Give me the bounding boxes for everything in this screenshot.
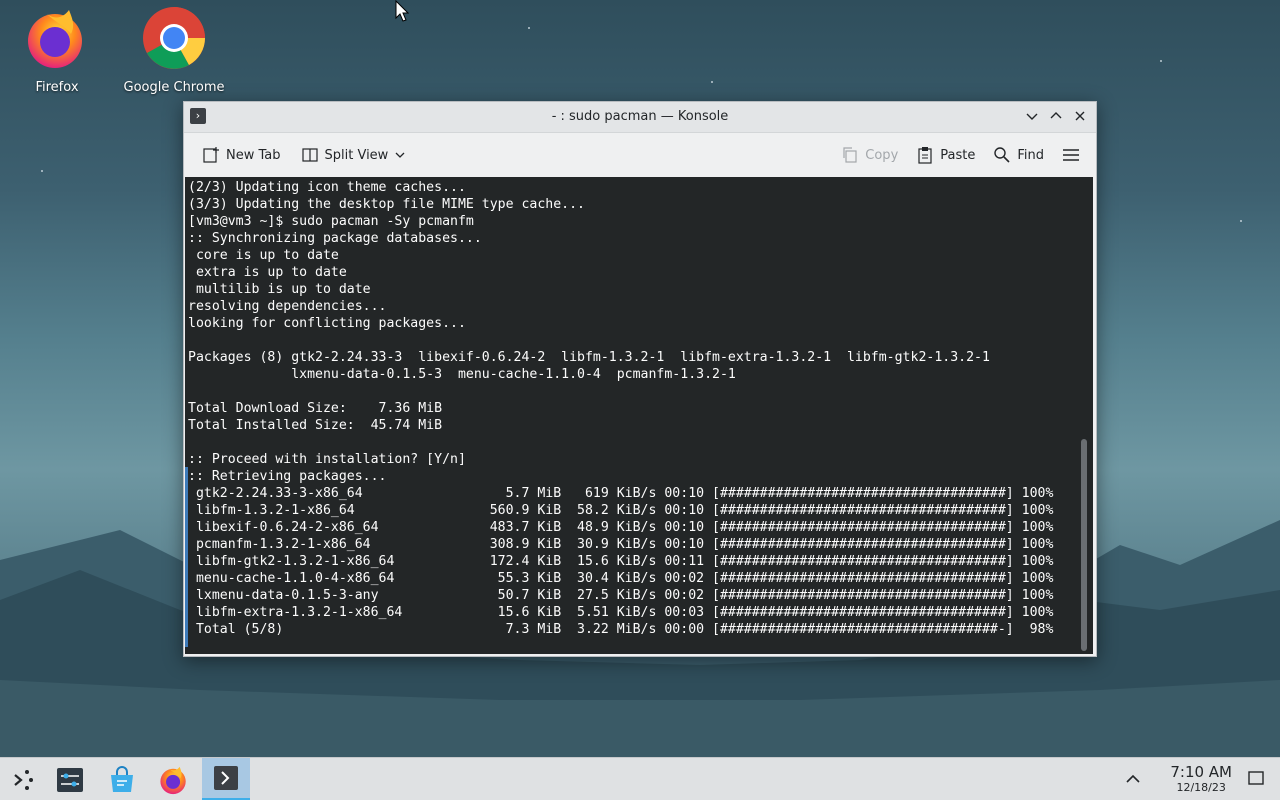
find-button[interactable]: Find: [985, 140, 1052, 170]
close-icon: [1075, 111, 1085, 121]
mouse-cursor-icon: [395, 0, 409, 22]
desktop-icon-label: Firefox: [35, 80, 79, 95]
clock-date: 12/18/23: [1176, 781, 1226, 794]
window-title: - : sudo pacman — Konsole: [551, 109, 729, 124]
terminal-line: [vm3@vm3 ~]$ sudo pacman -Sy pcmanfm: [188, 214, 474, 229]
chevron-up-icon: [1050, 112, 1062, 119]
star: [1160, 60, 1162, 62]
chevron-down-icon: [1026, 113, 1038, 120]
terminal-line: resolving dependencies...: [188, 299, 387, 314]
hamburger-menu-icon: [1063, 149, 1079, 161]
terminal-line: libexif-0.6.24-2-x86_64 483.7 KiB 48.9 K…: [188, 520, 1054, 535]
digital-clock[interactable]: 7:10 AM 12/18/23: [1170, 763, 1232, 795]
taskbar-firefox[interactable]: [150, 758, 198, 800]
chrome-icon: [143, 7, 205, 69]
new-tab-icon: [203, 147, 219, 163]
split-view-button[interactable]: Split View: [293, 140, 415, 170]
window-titlebar[interactable]: › - : sudo pacman — Konsole: [184, 102, 1096, 133]
copy-label: Copy: [865, 147, 899, 163]
paste-label: Paste: [940, 147, 976, 163]
paste-icon: [918, 147, 932, 164]
discover-icon: [111, 765, 133, 792]
show-desktop-icon[interactable]: [1248, 771, 1264, 785]
minimize-button[interactable]: [1022, 106, 1042, 126]
terminal-line: Total Download Size: 7.36 MiB: [188, 401, 443, 416]
new-tab-button[interactable]: New Tab: [194, 140, 289, 170]
terminal-line: looking for conflicting packages...: [188, 316, 466, 331]
find-label: Find: [1017, 147, 1044, 163]
terminal-line: pcmanfm-1.3.2-1-x86_64 308.9 KiB 30.9 Ki…: [188, 537, 1054, 552]
terminal-line: lxmenu-data-0.1.5-3-any 50.7 KiB 27.5 Ki…: [188, 588, 1054, 603]
application-launcher-icon: [14, 769, 33, 790]
terminal-line: core is up to date: [188, 248, 339, 263]
desktop-icon-firefox[interactable]: Firefox: [2, 6, 112, 95]
split-view-icon: [301, 148, 318, 162]
terminal-line: Packages (8) gtk2-2.24.33-3 libexif-0.6.…: [188, 350, 990, 365]
paste-button[interactable]: Paste: [908, 140, 983, 170]
desktop-icon-label: Google Chrome: [123, 80, 225, 95]
split-view-label: Split View: [324, 147, 389, 163]
application-launcher[interactable]: [0, 758, 48, 800]
terminal-line: libfm-extra-1.3.2-1-x86_64 15.6 KiB 5.51…: [188, 605, 1054, 620]
terminal-area[interactable]: (2/3) Updating icon theme caches... (3/3)…: [185, 177, 1093, 654]
terminal-line: extra is up to date: [188, 265, 347, 280]
konsole-icon: [214, 766, 238, 790]
terminal-line: libfm-gtk2-1.3.2-1-x86_64 172.4 KiB 15.6…: [188, 554, 1054, 569]
maximize-button[interactable]: [1046, 106, 1066, 126]
konsole-toolbar: New Tab Split View Copy Paste Find: [184, 133, 1096, 177]
taskbar-konsole[interactable]: [202, 758, 250, 800]
terminal-line: (2/3) Updating icon theme caches...: [188, 180, 466, 195]
search-icon: [994, 147, 1010, 163]
terminal-line: :: Proceed with installation? [Y/n]: [188, 452, 466, 467]
taskbar: 7:10 AM 12/18/23: [0, 757, 1280, 800]
star: [528, 27, 530, 29]
terminal-line: libfm-1.3.2-1-x86_64 560.9 KiB 58.2 KiB/…: [188, 503, 1054, 518]
terminal-line: menu-cache-1.1.0-4-x86_64 55.3 KiB 30.4 …: [188, 571, 1054, 586]
terminal-scrollbar[interactable]: [1081, 439, 1087, 651]
terminal-line: :: Synchronizing package databases...: [188, 231, 482, 246]
clock-time: 7:10 AM: [1170, 763, 1232, 781]
taskbar-system-settings[interactable]: [46, 758, 94, 800]
terminal-line: gtk2-2.24.33-3-x86_64 5.7 MiB 619 KiB/s …: [188, 486, 1054, 501]
terminal-output: (2/3) Updating icon theme caches... (3/3)…: [188, 179, 1053, 638]
scrollback-marker: [185, 467, 188, 647]
terminal-line: lxmenu-data-0.1.5-3 menu-cache-1.1.0-4 p…: [188, 367, 736, 382]
hamburger-menu-button[interactable]: [1054, 140, 1088, 170]
system-settings-icon: [57, 767, 83, 792]
system-tray-expand-icon[interactable]: [1124, 770, 1142, 788]
konsole-window: › - : sudo pacman — Konsole New Tab Spli…: [183, 101, 1097, 657]
copy-icon: [843, 147, 857, 163]
terminal-line: :: Retrieving packages...: [188, 469, 387, 484]
terminal-line: (3/3) Updating the desktop file MIME typ…: [188, 197, 585, 212]
firefox-icon: [28, 10, 82, 68]
desktop-icon-chrome[interactable]: Google Chrome: [119, 6, 229, 95]
copy-button[interactable]: Copy: [833, 140, 906, 170]
terminal-line: Total (5/8) 7.3 MiB 3.22 MiB/s 00:00 [##…: [188, 622, 1054, 637]
taskbar-discover[interactable]: [98, 758, 146, 800]
star: [41, 170, 43, 172]
close-button[interactable]: [1070, 106, 1090, 126]
star: [711, 81, 713, 83]
star: [1240, 220, 1242, 222]
new-tab-label: New Tab: [226, 147, 281, 163]
chevron-down-icon[interactable]: [394, 149, 406, 161]
terminal-line: Total Installed Size: 45.74 MiB: [188, 418, 443, 433]
terminal-line: multilib is up to date: [188, 282, 371, 297]
firefox-icon: [160, 766, 186, 794]
